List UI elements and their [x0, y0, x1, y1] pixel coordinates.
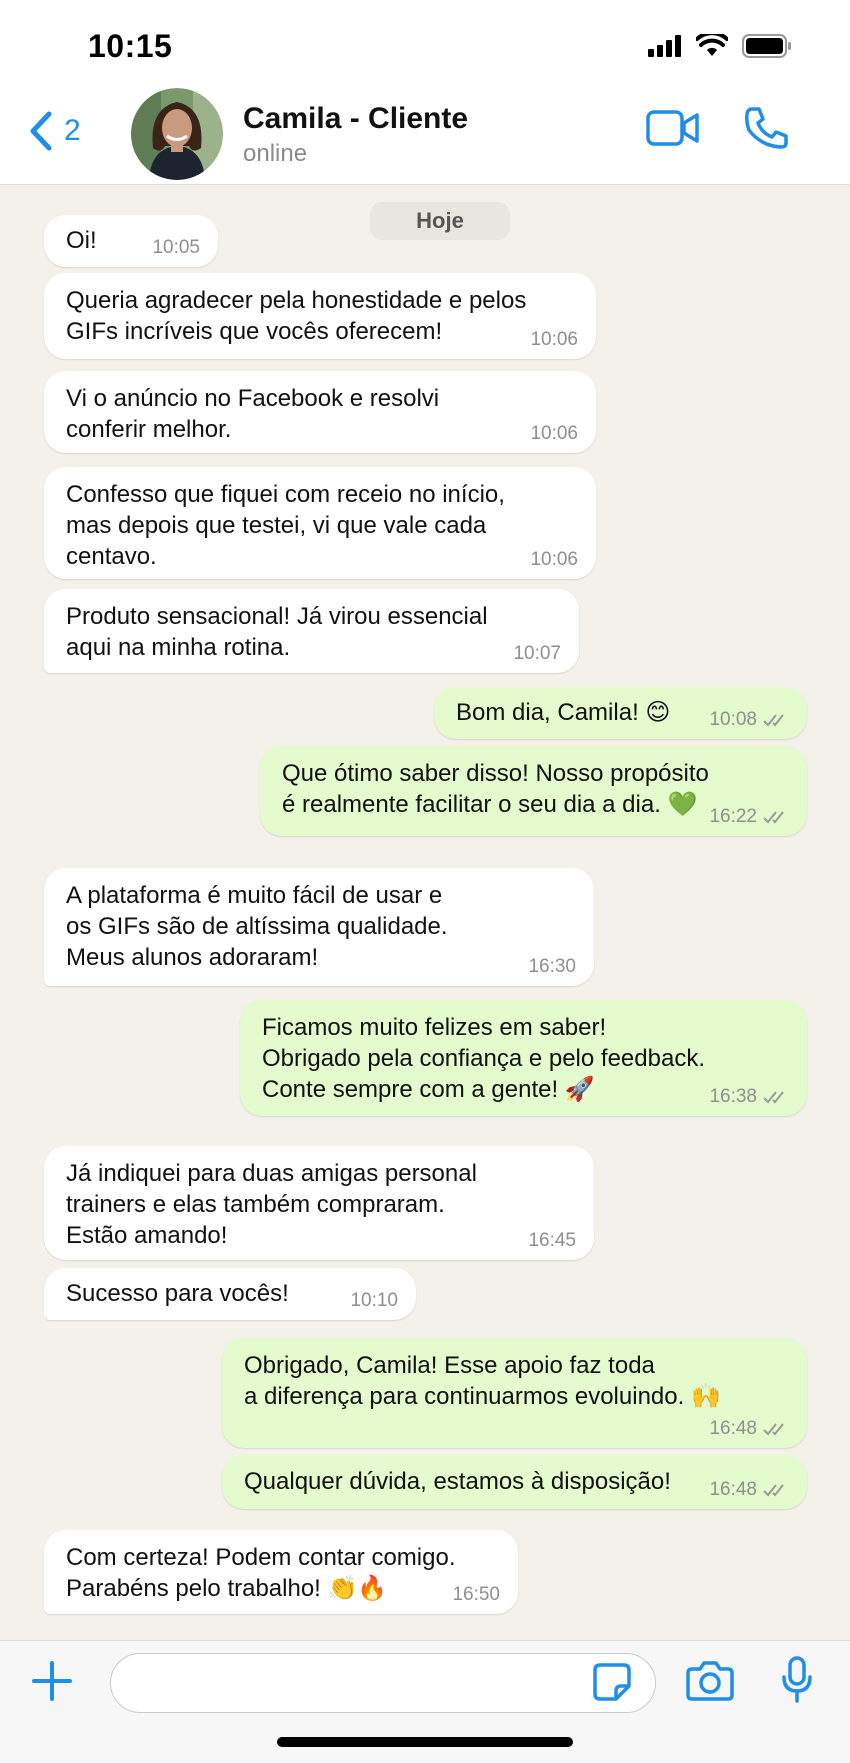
message-time: 10:07 [513, 643, 561, 664]
message-bubble[interactable]: A plataforma é muito fácil de usar e os … [44, 868, 594, 986]
message-bubble[interactable]: Qualquer dúvida, estamos à disposição! 1… [222, 1455, 807, 1509]
message-text: Produto sensacional! Já virou essencial … [66, 603, 488, 661]
message-bubble[interactable]: Produto sensacional! Já virou essencial … [44, 589, 579, 673]
message-text: Confesso que fiquei com receio no início… [66, 481, 505, 570]
signal-icon [648, 35, 681, 57]
message-time: 10:05 [152, 237, 200, 258]
message-meta: 10:06 [530, 549, 578, 571]
chat-area[interactable]: Hoje Oi! 10:05 Queria agradecer pela hon… [0, 185, 850, 1640]
sticker-icon [593, 1663, 631, 1701]
video-call-button[interactable] [646, 108, 700, 153]
message-meta: 10:05 [152, 237, 200, 259]
message-bubble[interactable]: Oi! 10:05 [44, 215, 218, 267]
message-text: Já indiquei para duas amigas personal tr… [66, 1160, 477, 1249]
message-time: 16:50 [452, 1584, 500, 1605]
status-bar: 10:15 [0, 0, 850, 90]
message-meta: 16:30 [528, 956, 576, 978]
camera-icon [686, 1661, 734, 1701]
message-text: Bom dia, Camila! 😊 [456, 699, 671, 726]
date-separator: Hoje [370, 202, 510, 240]
message-text: Obrigado, Camila! Esse apoio faz toda a … [244, 1352, 721, 1410]
phone-call-icon [745, 107, 788, 149]
message-meta: 16:45 [528, 1230, 576, 1252]
message-bubble[interactable]: Confesso que fiquei com receio no início… [44, 467, 596, 579]
video-call-icon [646, 110, 699, 146]
phone-call-button[interactable] [744, 106, 790, 155]
message-bubble[interactable]: Já indiquei para duas amigas personal tr… [44, 1146, 594, 1260]
composer-bar [0, 1640, 850, 1763]
message-meta: 16:50 [452, 1584, 500, 1606]
message-meta: 16:22 [709, 806, 789, 828]
read-checks-icon [763, 714, 784, 727]
message-bubble[interactable]: Com certeza! Podem contar comigo. Parabé… [44, 1530, 518, 1614]
message-text: A plataforma é muito fácil de usar e os … [66, 882, 448, 971]
read-checks-icon [763, 1484, 784, 1497]
message-time: 16:48 [709, 1479, 757, 1500]
battery-icon [742, 34, 791, 58]
sticker-button[interactable] [592, 1662, 632, 1707]
message-time: 10:06 [530, 549, 578, 570]
message-meta: 10:07 [513, 643, 561, 665]
plus-icon [32, 1661, 72, 1701]
home-indicator [277, 1737, 573, 1747]
microphone-icon [782, 1656, 812, 1703]
back-button[interactable]: 2 [28, 110, 81, 152]
message-text: Queria agradecer pela honestidade e pelo… [66, 287, 527, 345]
message-bubble[interactable]: Obrigado, Camila! Esse apoio faz toda a … [222, 1338, 807, 1448]
camera-button[interactable] [686, 1659, 734, 1708]
message-time: 10:10 [350, 1290, 398, 1311]
message-bubble[interactable]: Que ótimo saber disso! Nosso propósito é… [260, 746, 807, 836]
message-bubble[interactable]: Ficamos muito felizes em saber! Obrigado… [240, 1000, 807, 1116]
message-time: 16:38 [709, 1086, 757, 1107]
message-text: Sucesso para vocês! [66, 1280, 289, 1307]
message-bubble[interactable]: Vi o anúncio no Facebook e resolvi confe… [44, 371, 596, 453]
message-time: 16:22 [709, 806, 757, 827]
message-text: Ficamos muito felizes em saber! Obrigado… [262, 1014, 705, 1103]
message-bubble[interactable]: Queria agradecer pela honestidade e pelo… [44, 273, 596, 359]
read-checks-icon [763, 1091, 784, 1104]
back-chevron-icon [30, 111, 52, 151]
contact-name[interactable]: Camila - Cliente [243, 102, 468, 136]
voice-message-button[interactable] [780, 1655, 814, 1710]
message-text: Vi o anúncio no Facebook e resolvi confe… [66, 385, 440, 443]
message-time: 16:30 [528, 956, 576, 977]
read-checks-icon [763, 811, 784, 824]
message-meta: 10:10 [350, 1290, 398, 1312]
message-meta: 16:48 [709, 1418, 789, 1440]
message-time: 10:08 [709, 709, 757, 730]
message-time: 16:45 [528, 1230, 576, 1251]
message-text: Com certeza! Podem contar comigo. Parabé… [66, 1544, 456, 1602]
message-meta: 10:06 [530, 423, 578, 445]
attach-button[interactable] [30, 1659, 74, 1708]
status-time: 10:15 [88, 28, 173, 64]
contact-status: online [243, 140, 308, 167]
message-text: Que ótimo saber disso! Nosso propósito é… [282, 760, 709, 818]
read-checks-icon [763, 1423, 784, 1436]
status-icons [648, 34, 792, 58]
message-text: Oi! [66, 227, 97, 254]
message-bubble[interactable]: Sucesso para vocês! 10:10 [44, 1268, 416, 1320]
message-meta: 16:38 [709, 1086, 789, 1108]
message-time: 16:48 [709, 1418, 757, 1439]
avatar[interactable] [131, 88, 223, 180]
back-count: 2 [64, 114, 81, 147]
message-input[interactable] [110, 1653, 656, 1713]
message-text: Qualquer dúvida, estamos à disposição! [244, 1468, 671, 1495]
message-bubble[interactable]: Bom dia, Camila! 😊 10:08 [434, 687, 807, 739]
chat-header: 2 Camila - Cliente online [0, 88, 850, 185]
message-meta: 10:06 [530, 329, 578, 351]
message-meta: 10:08 [709, 709, 789, 731]
message-time: 10:06 [530, 329, 578, 350]
wifi-icon [696, 34, 728, 56]
message-meta: 16:48 [709, 1479, 789, 1501]
message-time: 10:06 [530, 423, 578, 444]
